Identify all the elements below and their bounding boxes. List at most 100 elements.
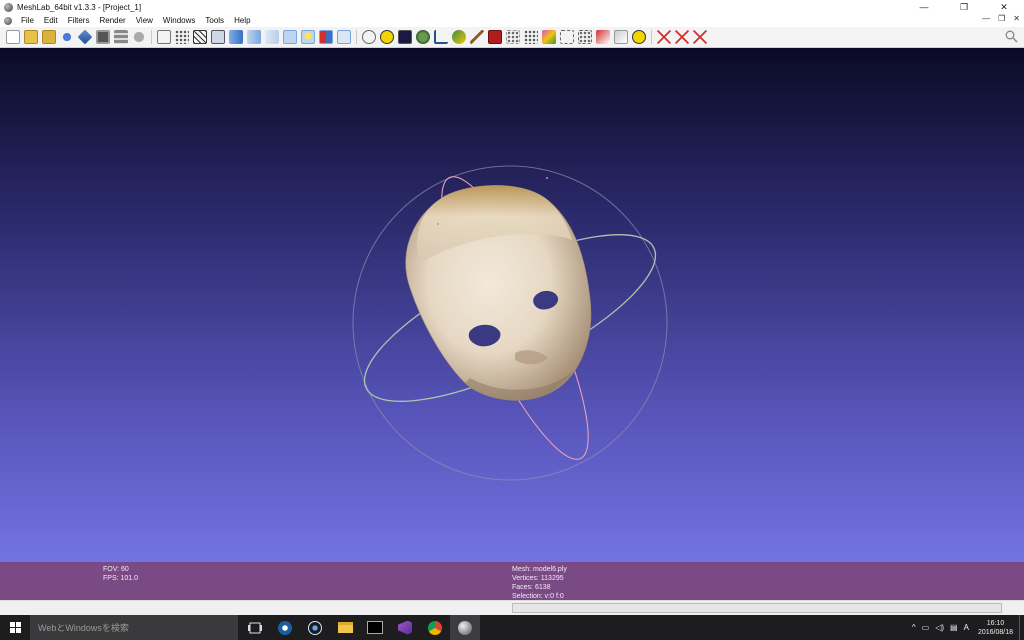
menu-file[interactable]: File <box>16 16 39 25</box>
trackball-icon[interactable] <box>362 30 376 44</box>
chrome-icon <box>428 620 442 635</box>
scene-point <box>437 223 439 225</box>
taskbar-app-steam[interactable] <box>270 615 300 640</box>
clock-time: 16:10 <box>986 619 1005 627</box>
info-icon[interactable] <box>632 30 646 44</box>
vertices-label: Vertices: 113295 <box>512 575 564 582</box>
mdi-restore-button[interactable]: ❐ <box>998 14 1005 23</box>
quality-icon[interactable] <box>416 30 430 44</box>
texture-icon[interactable] <box>301 30 315 44</box>
fps-label: FPS: 101.0 <box>103 575 139 582</box>
measure-icon[interactable] <box>434 30 448 44</box>
mesh-name-label: Mesh: model6.ply <box>512 566 567 573</box>
window-controls: — ❐ ✕ <box>904 0 1024 14</box>
meshlab-app-icon[interactable] <box>4 2 13 12</box>
point-picking-icon[interactable] <box>578 30 592 44</box>
mdi-controls: — ❐ ✕ <box>982 14 1020 23</box>
toolbar-separator <box>651 30 652 44</box>
info-panel: FOV: 60 FPS: 101.0 Mesh: model6.ply Vert… <box>0 562 1024 600</box>
mesh-model[interactable] <box>405 185 592 401</box>
title-bar: MeshLab_64bit v1.3.3 - [Project_1] — ❐ ✕ <box>0 0 1024 14</box>
backface-icon[interactable] <box>337 30 351 44</box>
align-icon[interactable] <box>506 30 520 44</box>
mesh-select-icon[interactable] <box>560 30 574 44</box>
menu-edit[interactable]: Edit <box>39 16 63 25</box>
progress-bar <box>512 603 1002 613</box>
open-project-icon[interactable] <box>42 30 56 44</box>
show-desktop-button[interactable] <box>1019 615 1024 640</box>
delete-faces-icon[interactable] <box>657 30 671 44</box>
taskbar: WebとWindowsを検索 ^ ▭ ◁) ▤ A 16:10 2016/08/… <box>0 615 1024 640</box>
steam-icon <box>278 620 292 635</box>
ime-indicator[interactable]: A <box>964 623 969 632</box>
select-faces-icon[interactable] <box>524 30 538 44</box>
document-icon[interactable] <box>4 16 12 25</box>
taskbar-app-meshlab[interactable] <box>450 615 480 640</box>
restore-button[interactable]: ❐ <box>944 0 984 14</box>
layers-icon[interactable] <box>114 30 128 44</box>
menu-view[interactable]: View <box>131 16 158 25</box>
flat-shading-icon[interactable] <box>229 30 243 44</box>
taskbar-app-chrome[interactable] <box>420 615 450 640</box>
wireframe-icon[interactable] <box>193 30 207 44</box>
taskbar-app-visual-studio[interactable] <box>390 615 420 640</box>
reload-icon[interactable] <box>60 30 74 44</box>
network-icon[interactable]: ▭ <box>922 623 930 632</box>
taskbar-search-box[interactable]: WebとWindowsを検索 <box>30 615 238 640</box>
paint-icon[interactable] <box>452 30 466 44</box>
system-tray: ^ ▭ ◁) ▤ A 16:10 2016/08/18 <box>909 615 1024 640</box>
visual-studio-icon <box>398 620 412 635</box>
menu-windows[interactable]: Windows <box>158 16 200 25</box>
open-folder-icon[interactable] <box>24 30 38 44</box>
points-icon[interactable] <box>175 30 189 44</box>
menu-filters[interactable]: Filters <box>63 16 95 25</box>
menu-bar: File Edit Filters Render View Windows To… <box>0 14 1024 27</box>
status-bar <box>0 600 1024 616</box>
globe-icon <box>308 620 322 635</box>
annotation-icon[interactable] <box>380 30 394 44</box>
3d-viewport[interactable] <box>0 48 1024 562</box>
flat-lines-icon[interactable] <box>247 30 261 44</box>
minimize-button[interactable]: — <box>904 0 944 14</box>
start-button[interactable] <box>0 615 30 640</box>
filter-icon[interactable] <box>596 30 610 44</box>
hidden-lines-icon[interactable] <box>211 30 225 44</box>
menu-render[interactable]: Render <box>94 16 130 25</box>
faces-label: Faces: 6138 <box>512 584 551 591</box>
windows-logo-icon <box>9 622 21 633</box>
window-title: MeshLab_64bit v1.3.3 - [Project_1] <box>17 2 142 12</box>
bbox-icon[interactable] <box>157 30 171 44</box>
terminal-icon <box>367 621 383 634</box>
delete-vertices-icon[interactable] <box>675 30 689 44</box>
close-button[interactable]: ✕ <box>984 0 1024 14</box>
search-icon[interactable] <box>1005 30 1018 43</box>
mdi-close-button[interactable]: ✕ <box>1013 14 1020 23</box>
smooth-icon[interactable] <box>265 30 279 44</box>
snapshot-icon[interactable] <box>96 30 110 44</box>
message-icon[interactable]: ▤ <box>950 623 958 632</box>
brush-icon[interactable] <box>470 30 484 44</box>
mdi-minimize-button[interactable]: — <box>982 14 990 23</box>
scene-canvas <box>352 165 668 481</box>
new-file-icon[interactable] <box>6 30 20 44</box>
taskbar-app-terminal[interactable] <box>360 615 390 640</box>
light-icon[interactable] <box>283 30 297 44</box>
georef-icon[interactable] <box>614 30 628 44</box>
clock[interactable]: 16:10 2016/08/18 <box>978 619 1013 637</box>
menu-help[interactable]: Help <box>229 16 255 25</box>
fov-label: FOV: 60 <box>103 566 129 573</box>
volume-icon[interactable]: ◁) <box>935 623 944 632</box>
chevron-up-icon[interactable]: ^ <box>912 623 916 632</box>
toolbar <box>0 27 1024 48</box>
menu-tools[interactable]: Tools <box>200 16 229 25</box>
delete-all-icon[interactable] <box>693 30 707 44</box>
select-vertices-icon[interactable] <box>542 30 556 44</box>
taskbar-app-settings[interactable] <box>300 615 330 640</box>
raster-icon[interactable] <box>488 30 502 44</box>
taskbar-app-explorer[interactable] <box>330 615 360 640</box>
two-sided-icon[interactable] <box>319 30 333 44</box>
task-view-button[interactable] <box>240 615 270 640</box>
layer-dialog-icon[interactable] <box>132 30 146 44</box>
shader-icon[interactable] <box>398 30 412 44</box>
import-mesh-icon[interactable] <box>77 29 93 45</box>
